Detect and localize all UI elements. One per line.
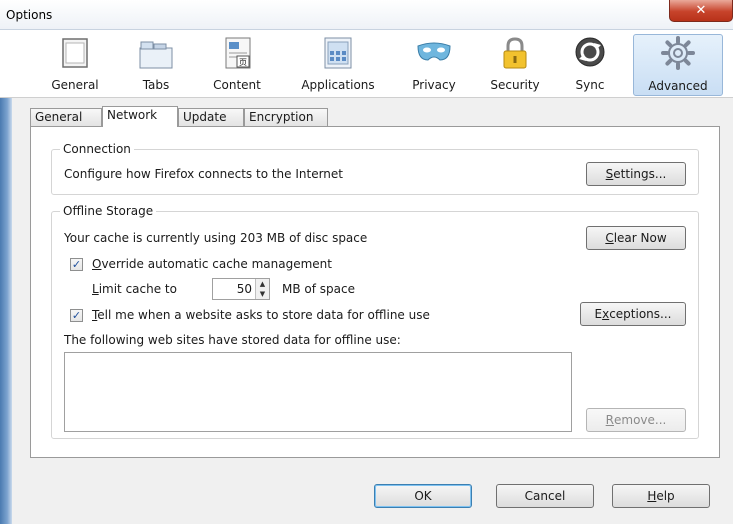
settings-button[interactable]: Settings...: [586, 162, 686, 186]
mask-icon: [417, 42, 451, 61]
chevron-up-icon[interactable]: ▲: [256, 279, 269, 289]
window-title: Options: [6, 8, 53, 22]
help-button[interactable]: Help: [612, 484, 710, 508]
tab-label: Encryption: [249, 110, 314, 124]
svg-text:页: 页: [239, 58, 247, 67]
connection-title: Connection: [60, 142, 134, 156]
stepper-arrows[interactable]: ▲ ▼: [255, 279, 269, 299]
pane-content[interactable]: 页 Content: [200, 34, 274, 96]
pane-label-privacy: Privacy: [412, 78, 456, 92]
offline-sites-label: The following web sites have stored data…: [64, 333, 401, 347]
tab-label: Network: [107, 108, 158, 122]
offline-storage-title: Offline Storage: [60, 204, 157, 218]
ok-button[interactable]: OK: [374, 484, 472, 508]
options-window: Options ✕ General Tabs 页 Content Applica…: [0, 0, 733, 524]
chevron-down-icon[interactable]: ▼: [256, 289, 269, 299]
tabs-icon: [139, 41, 173, 69]
pane-tabs[interactable]: Tabs: [128, 34, 184, 96]
cache-limit-stepper[interactable]: 50 ▲ ▼: [212, 278, 270, 300]
tab-label: Update: [183, 110, 227, 124]
pane-sync[interactable]: Sync: [562, 34, 618, 96]
clear-now-button[interactable]: Clear Now: [586, 226, 686, 250]
pane-advanced[interactable]: Advanced: [633, 34, 723, 96]
pane-applications[interactable]: Applications: [286, 34, 390, 96]
tab-encryption[interactable]: Encryption: [244, 108, 328, 126]
applications-icon: [324, 37, 352, 69]
tell-me-label: Tell me when a website asks to store dat…: [92, 308, 430, 322]
connection-description: Configure how Firefox connects to the In…: [64, 167, 343, 181]
network-panel: Connection Configure how Firefox connect…: [30, 126, 720, 458]
window-icon: [62, 38, 88, 68]
offline-sites-list[interactable]: [64, 352, 572, 432]
pane-label-content: Content: [213, 78, 261, 92]
cancel-button[interactable]: Cancel: [496, 484, 594, 508]
limit-cache-label: Limit cache to: [92, 282, 177, 296]
gear-icon: [661, 36, 695, 70]
pane-label-advanced: Advanced: [648, 79, 708, 93]
tab-network[interactable]: Network: [102, 106, 178, 127]
override-cache-label: Override automatic cache management: [92, 257, 332, 271]
sync-icon: [575, 37, 605, 67]
connection-group: Connection Configure how Firefox connect…: [51, 142, 699, 195]
pane-general[interactable]: General: [40, 34, 110, 96]
cache-status: Your cache is currently using 203 MB of …: [64, 231, 368, 245]
pane-label-tabs: Tabs: [142, 78, 170, 92]
tab-general[interactable]: General: [30, 108, 102, 126]
override-cache-checkbox[interactable]: ✓: [70, 258, 83, 271]
tab-update[interactable]: Update: [178, 108, 244, 126]
pane-security[interactable]: Security: [478, 34, 552, 96]
close-button[interactable]: ✕: [669, 0, 733, 22]
pane-label-security: Security: [490, 78, 540, 92]
cache-limit-value[interactable]: 50: [213, 282, 255, 296]
pane-label-sync: Sync: [575, 78, 605, 92]
pane-privacy[interactable]: Privacy: [402, 34, 466, 96]
pane-label-general: General: [51, 78, 99, 92]
content-icon: 页: [225, 37, 251, 69]
tell-me-checkbox[interactable]: ✓: [70, 309, 83, 322]
window-frame-edge: [0, 98, 12, 524]
remove-button[interactable]: Remove...: [586, 408, 686, 432]
pane-toolbar: General Tabs 页 Content Applications Priv…: [0, 30, 733, 98]
pane-label-applications: Applications: [301, 78, 375, 92]
offline-storage-group: Offline Storage Your cache is currently …: [51, 204, 699, 439]
tab-label: General: [35, 110, 83, 124]
exceptions-button[interactable]: Ex ceptions...: [580, 302, 686, 326]
title-bar: Options ✕: [0, 0, 733, 30]
cache-limit-unit: MB of space: [282, 282, 355, 296]
padlock-icon: [503, 37, 527, 69]
close-icon: ✕: [695, 3, 707, 18]
